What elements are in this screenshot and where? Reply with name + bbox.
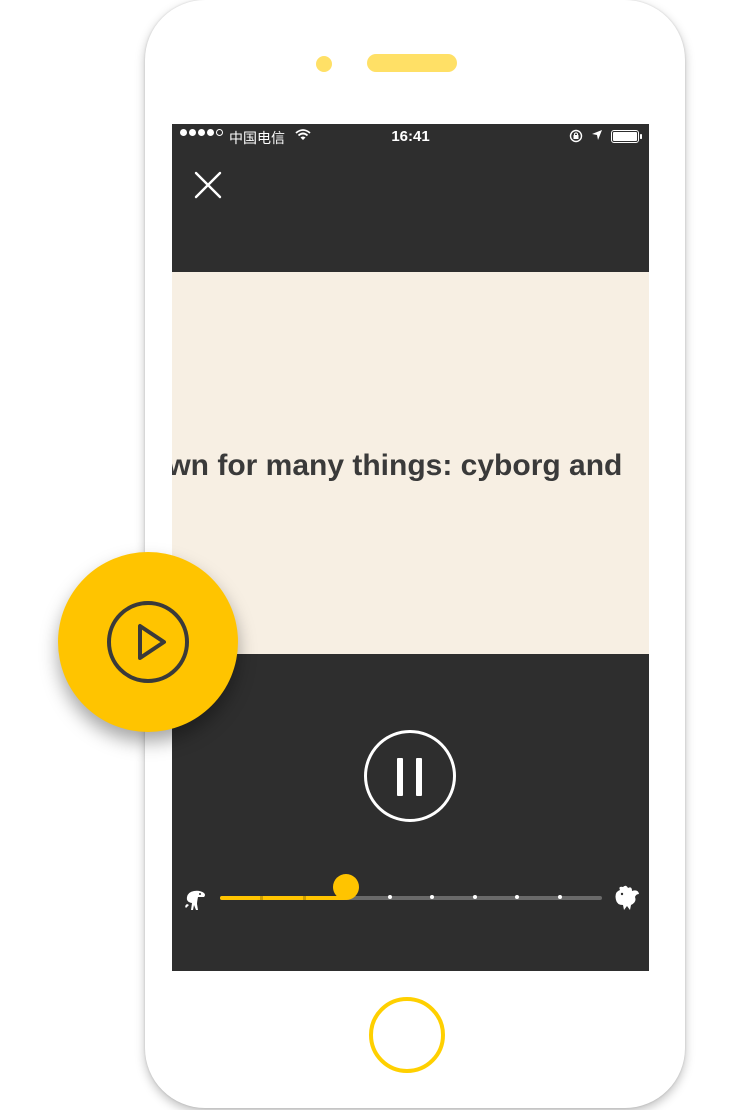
speed-step-tick — [388, 895, 392, 899]
orientation-lock-icon — [569, 129, 583, 143]
play-button[interactable] — [58, 552, 238, 732]
location-arrow-icon — [592, 130, 602, 140]
speed-slider-fill — [220, 896, 346, 900]
reading-panel: known for many things: cyborg and — [172, 272, 649, 654]
earpiece-speaker — [367, 54, 457, 72]
front-camera — [316, 56, 332, 72]
pause-button[interactable] — [364, 730, 456, 822]
speed-slider-track[interactable] — [220, 895, 602, 900]
speed-step-tick — [260, 896, 263, 900]
reading-text-line: known for many things: cyborg and — [172, 446, 649, 486]
home-button[interactable] — [369, 997, 445, 1073]
play-icon — [107, 601, 189, 683]
pause-icon-bar-left — [397, 758, 403, 796]
close-icon[interactable] — [193, 170, 223, 200]
speed-step-tick — [515, 895, 519, 899]
speed-step-tick — [430, 895, 434, 899]
pause-icon-bar-right — [416, 758, 422, 796]
speed-step-tick — [558, 895, 562, 899]
dinosaur-icon — [185, 890, 205, 910]
app-screen: 中国电信 16:41 known for many things: cyborg… — [172, 124, 649, 971]
speed-step-tick — [303, 896, 306, 900]
status-bar: 中国电信 16:41 — [172, 124, 649, 148]
reading-text: known for many things: cyborg and — [172, 449, 623, 482]
battery-icon — [611, 130, 642, 143]
bird-icon — [615, 885, 639, 910]
speed-slider-thumb[interactable] — [333, 874, 359, 900]
speed-step-tick — [473, 895, 477, 899]
